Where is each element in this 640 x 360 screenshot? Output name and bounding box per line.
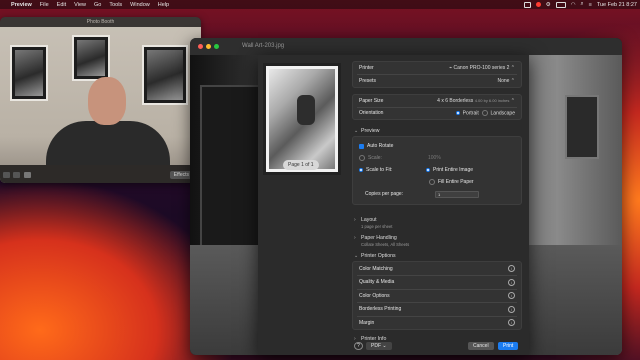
menu-tools[interactable]: Tools	[109, 2, 122, 8]
camera-view	[0, 27, 201, 183]
auto-rotate-checkbox[interactable]	[359, 143, 364, 149]
layout-summary: 1 page per sheet	[361, 224, 393, 229]
scale-field[interactable]: 100%	[428, 155, 441, 161]
zoom-icon[interactable]	[214, 44, 219, 49]
paper-handling-summary: Collate Sheets, All Sheets	[361, 242, 410, 247]
print-dialog: Page 1 of 1 Printer ⌁ Canon PRO-100 seri…	[258, 55, 529, 355]
menu-go[interactable]: Go	[94, 2, 101, 8]
menu-file[interactable]: File	[40, 2, 49, 8]
cancel-button[interactable]: Cancel	[468, 342, 494, 350]
minimize-icon[interactable]	[206, 44, 211, 49]
print-button[interactable]: Print	[498, 342, 519, 350]
paper-size-label: Paper Size	[359, 97, 384, 104]
preview-section-toggle[interactable]: ⌄ Preview	[352, 126, 522, 136]
printer-group: Printer ⌁ Canon PRO-100 series 2 ⌃ Prese…	[352, 61, 522, 88]
gear-icon[interactable]: ⚙	[546, 2, 551, 8]
option-quality-media[interactable]: Quality & Media i	[353, 276, 521, 289]
clock[interactable]: Tue Feb 21 8:27	[597, 2, 637, 8]
wifi-icon[interactable]: ◠	[571, 2, 576, 8]
menu-help[interactable]: Help	[158, 2, 169, 8]
printer-options-list: Color Matching i Quality & Media i Color O…	[352, 261, 522, 330]
printer-options-section-toggle[interactable]: ⌄ Printer Options	[352, 251, 522, 261]
print-preview-thumbnail	[263, 63, 341, 175]
menu-app[interactable]: Preview	[11, 2, 32, 8]
search-icon[interactable]: ⌕	[581, 1, 584, 8]
presets-label: Presets	[359, 77, 376, 84]
portrait-radio[interactable]	[455, 110, 460, 115]
copies-label: Copies per page:	[365, 191, 404, 197]
option-margin[interactable]: Margin i	[353, 316, 521, 329]
strip-view-icon[interactable]	[13, 172, 20, 178]
copies-select[interactable]: 1	[435, 190, 479, 198]
menu-window[interactable]: Window	[130, 2, 150, 8]
page-indicator: Page 1 of 1	[283, 160, 319, 170]
orientation-label: Orientation	[359, 110, 384, 116]
help-button[interactable]: ?	[354, 342, 363, 350]
info-icon[interactable]: i	[508, 292, 515, 299]
option-color-options[interactable]: Color Options i	[353, 289, 521, 302]
pdf-menu-button[interactable]: PDF ⌄	[366, 342, 392, 350]
photo-booth-toolbar: Effects	[0, 165, 201, 183]
info-icon[interactable]: i	[508, 278, 515, 286]
info-icon[interactable]: i	[508, 305, 515, 313]
menu-view[interactable]: View	[74, 2, 86, 8]
preview-options: Auto Rotate Scale: 100% Scale to Fit: Pr…	[352, 136, 522, 205]
video-mode-icon[interactable]	[24, 172, 31, 178]
paper-group: Paper Size 4 x 6 Borderless 4.00 by 6.00…	[352, 93, 522, 120]
photo-booth-titlebar[interactable]: Photo Booth	[0, 17, 201, 27]
grid-view-icon[interactable]	[3, 172, 10, 178]
scale-to-fit-radio[interactable]	[359, 168, 363, 172]
menu-bar: Preview File Edit View Go Tools Window H…	[0, 0, 640, 9]
fill-entire-paper-radio[interactable]	[429, 179, 435, 185]
presets-select[interactable]: None ⌃	[497, 78, 515, 84]
menu-edit[interactable]: Edit	[57, 2, 66, 8]
printer-select[interactable]: ⌁ Canon PRO-100 series 2 ⌃	[449, 65, 515, 71]
paper-size-select[interactable]: 4 x 6 Borderless 4.00 by 6.00 inches ⌃	[437, 98, 515, 104]
scale-radio[interactable]	[359, 155, 365, 161]
landscape-radio[interactable]	[481, 109, 488, 116]
preview-title: Wall Art-203.jpg	[242, 43, 285, 49]
photo-booth-title: Photo Booth	[86, 19, 115, 25]
photo-booth-window: Photo Booth Effects	[0, 17, 201, 183]
option-color-matching[interactable]: Color Matching i	[353, 262, 521, 275]
battery-icon[interactable]	[555, 1, 566, 8]
camera-indicator-icon[interactable]	[535, 2, 541, 7]
close-icon[interactable]	[198, 44, 203, 49]
wall-frame	[10, 45, 48, 101]
control-center-icon[interactable]: ≡	[589, 2, 592, 8]
screen-icon[interactable]	[523, 1, 531, 8]
print-settings: Printer ⌁ Canon PRO-100 series 2 ⌃ Prese…	[352, 61, 522, 346]
option-borderless-printing[interactable]: Borderless Printing i	[353, 303, 521, 316]
print-entire-image-radio[interactable]	[426, 168, 430, 172]
printer-label: Printer	[359, 65, 374, 71]
info-icon[interactable]: i	[508, 319, 515, 326]
preview-titlebar[interactable]: Wall Art-203.jpg	[190, 38, 622, 55]
info-icon[interactable]: i	[508, 265, 515, 272]
